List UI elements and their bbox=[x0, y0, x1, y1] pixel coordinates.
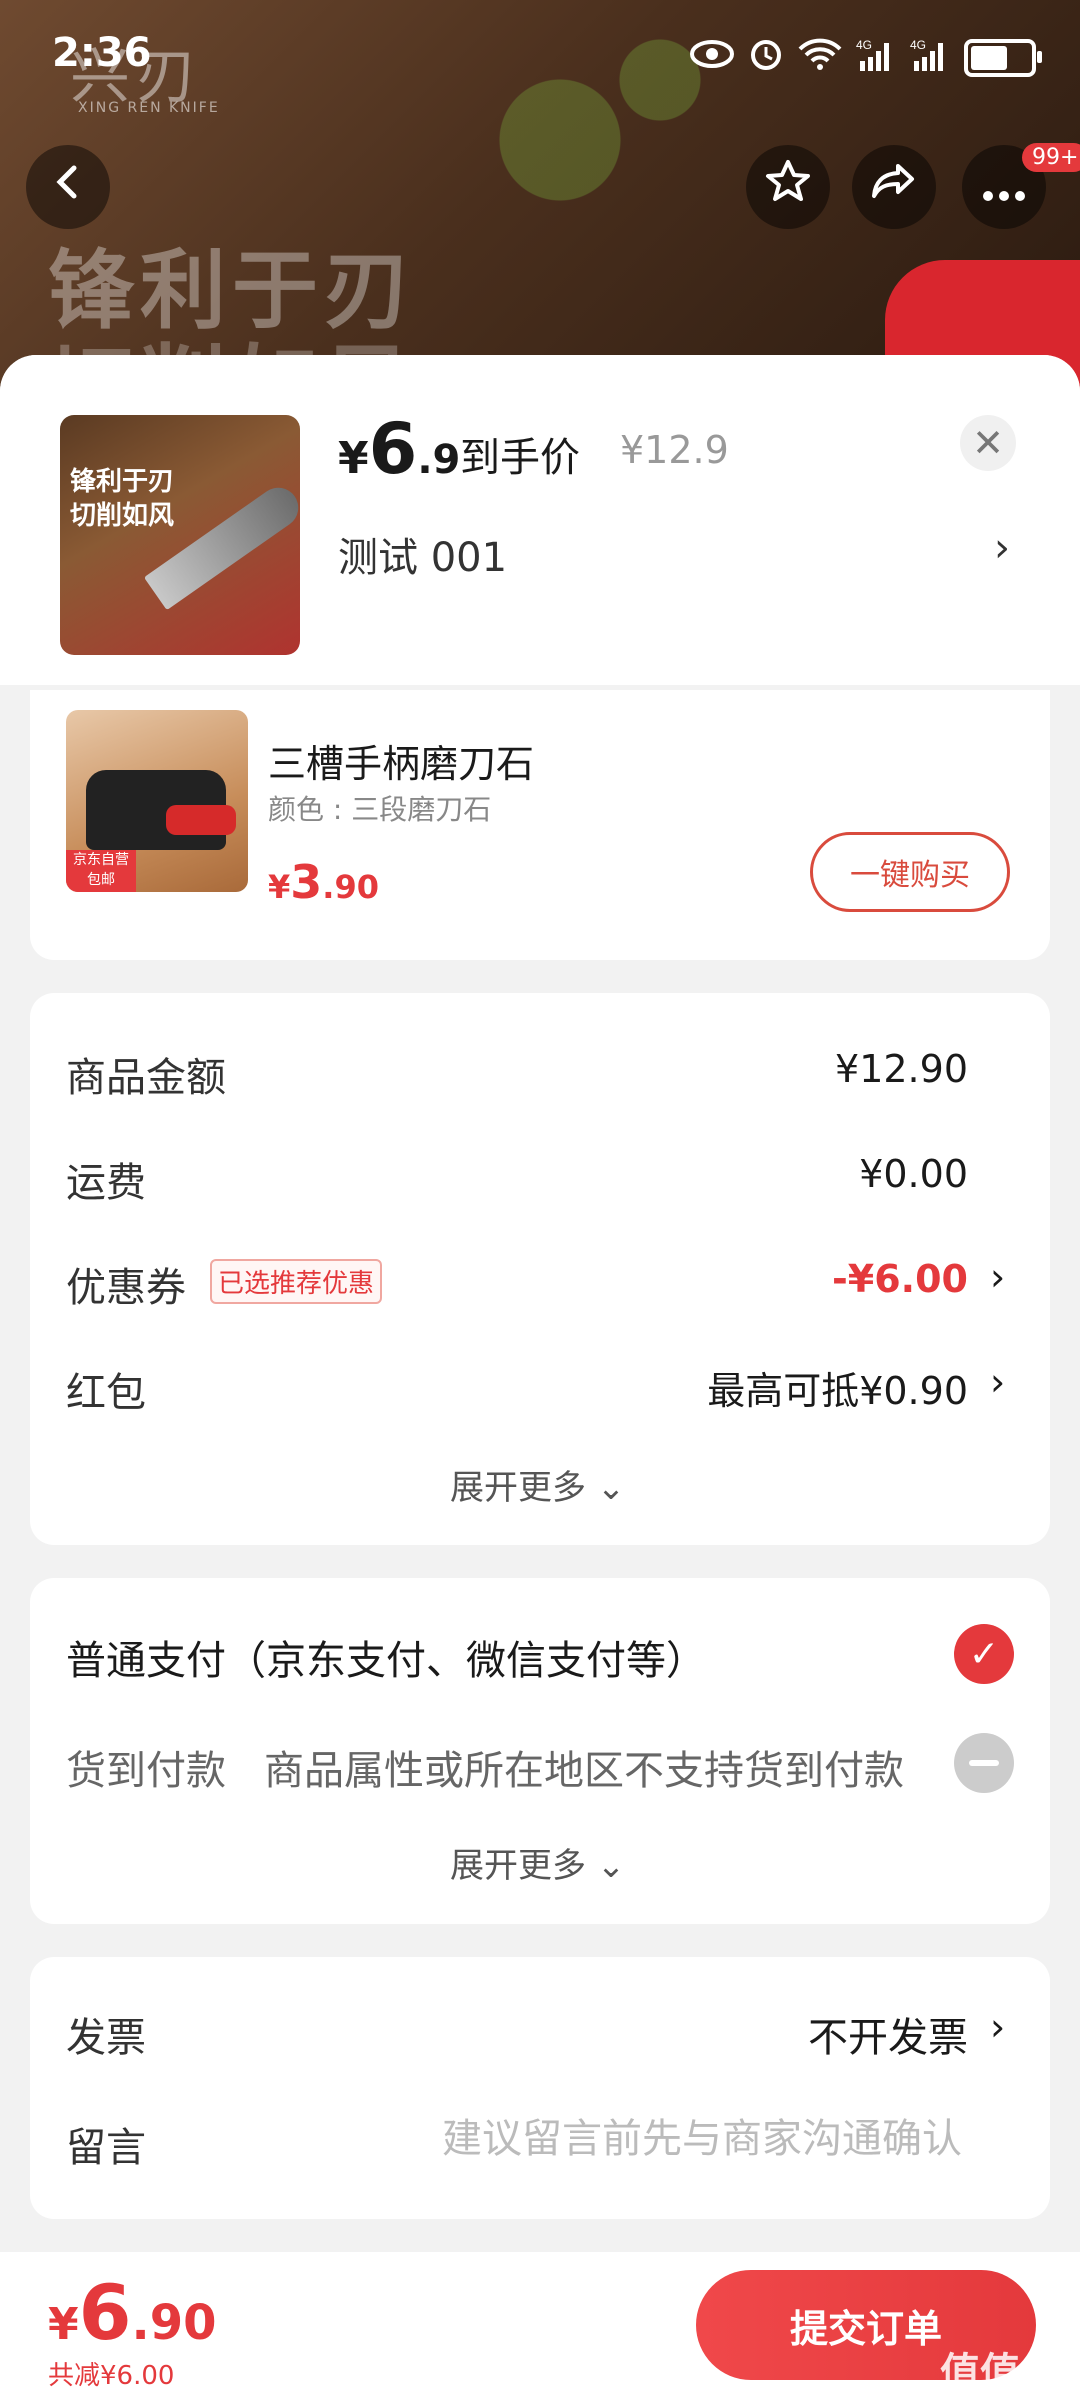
brand-subtitle: XING REN KNIFE bbox=[78, 100, 220, 116]
selected-spec[interactable]: 测试 001 bbox=[338, 525, 507, 583]
shipping-label: 运费 bbox=[66, 1160, 146, 1206]
price-decimal: .90 bbox=[131, 2295, 217, 2351]
disabled-icon bbox=[954, 1733, 1014, 1793]
price-integer: 6 bbox=[368, 408, 418, 490]
coupon-badge: 已选推荐优惠 bbox=[210, 1259, 383, 1304]
svg-text:4G: 4G bbox=[910, 38, 926, 52]
note-label: 留言 bbox=[66, 2125, 146, 2171]
share-button[interactable] bbox=[852, 145, 936, 229]
favorite-button[interactable] bbox=[746, 145, 830, 229]
addon-product-image[interactable]: 京东自营 包邮 bbox=[66, 710, 248, 892]
addon-product-name: 三槽手柄磨刀石 bbox=[268, 742, 535, 786]
chevron-left-icon bbox=[48, 162, 88, 213]
price-decimal: .90 bbox=[322, 868, 379, 906]
shipping-tag: 京东自营 包邮 bbox=[66, 850, 136, 892]
battery-icon bbox=[964, 39, 1042, 77]
back-button[interactable] bbox=[26, 145, 110, 229]
price-label: 到手价 bbox=[460, 435, 580, 481]
total-discount: 共减¥6.00 bbox=[48, 2361, 175, 2391]
coupon-value[interactable]: -¥6.00 bbox=[832, 1257, 968, 1301]
cod-unavailable-note: 商品属性或所在地区不支持货到付款 bbox=[264, 1748, 904, 1794]
cod-label: 货到付款 bbox=[66, 1748, 226, 1794]
total-price: ¥6.90 bbox=[48, 2268, 217, 2357]
invoice-value[interactable]: 不开发票 bbox=[808, 2005, 968, 2063]
notification-badge: 99+ bbox=[1022, 143, 1080, 172]
one-click-buy-button[interactable]: 一键购买 bbox=[810, 832, 1010, 912]
eye-icon bbox=[690, 39, 734, 77]
4g-signal-icon: 4G bbox=[856, 37, 896, 79]
alarm-icon bbox=[748, 36, 784, 80]
check-icon[interactable]: ✓ bbox=[954, 1624, 1014, 1684]
addon-product-color: 颜色 : 三段磨刀石 bbox=[268, 793, 492, 826]
chevron-right-icon[interactable]: › bbox=[990, 1255, 1005, 1299]
price-integer: 6 bbox=[78, 2268, 132, 2357]
status-time: 2:36 bbox=[52, 30, 152, 76]
watermark: 值值值 bbox=[940, 2350, 1060, 2396]
svg-text:4G: 4G bbox=[856, 38, 872, 52]
normal-payment-option[interactable]: 普通支付（京东支付、微信支付等） bbox=[66, 1628, 706, 1686]
note-input[interactable] bbox=[400, 2110, 964, 2168]
coupon-label[interactable]: 优惠券 bbox=[66, 1255, 186, 1313]
share-icon bbox=[870, 158, 918, 217]
chevron-right-icon[interactable]: › bbox=[990, 1360, 1005, 1404]
price-currency: ¥ bbox=[48, 2299, 79, 2350]
invoice-note-card bbox=[30, 1957, 1050, 2219]
original-price: ¥12.9 bbox=[620, 428, 729, 472]
addon-product-price: ¥3.90 bbox=[268, 855, 379, 909]
shipping-value: ¥0.00 bbox=[859, 1152, 968, 1196]
close-button[interactable]: ✕ bbox=[960, 415, 1016, 471]
goods-amount-value: ¥12.90 bbox=[835, 1047, 968, 1091]
price-decimal: .9 bbox=[417, 437, 461, 483]
4g-signal-icon: 4G bbox=[910, 37, 950, 79]
status-icons: 4G 4G bbox=[690, 30, 1042, 86]
more-dots-icon bbox=[982, 162, 1026, 213]
thumbnail-text: 锋利于刃 切削如风 bbox=[70, 467, 175, 531]
expand-more-payment[interactable]: 展开更多 ⌄ bbox=[450, 1838, 625, 1887]
sharpener-handle-graphic bbox=[166, 805, 236, 835]
product-thumbnail[interactable]: 锋利于刃 切削如风 bbox=[60, 415, 300, 655]
wifi-icon bbox=[798, 37, 842, 79]
expand-more-summary[interactable]: 展开更多 ⌄ bbox=[450, 1460, 625, 1509]
star-icon bbox=[764, 158, 812, 217]
price-currency: ¥ bbox=[268, 868, 291, 906]
chevron-right-icon[interactable]: › bbox=[990, 2005, 1005, 2049]
price-integer: 3 bbox=[290, 855, 323, 909]
red-packet-value[interactable]: 最高可抵¥0.90 bbox=[707, 1360, 968, 1415]
close-icon: ✕ bbox=[972, 421, 1004, 465]
goods-amount-label: 商品金额 bbox=[66, 1055, 226, 1101]
red-packet-label[interactable]: 红包 bbox=[66, 1360, 146, 1418]
final-price: ¥6.9 bbox=[338, 408, 460, 490]
price-currency: ¥ bbox=[338, 433, 369, 484]
invoice-label[interactable]: 发票 bbox=[66, 2005, 146, 2063]
chevron-right-icon[interactable]: › bbox=[994, 525, 1010, 571]
